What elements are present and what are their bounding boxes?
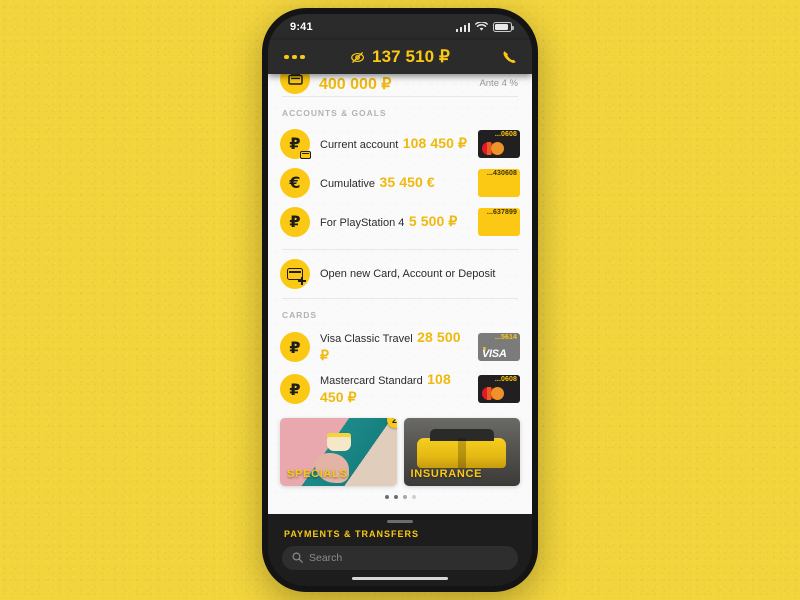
promo-label: SPECIALS <box>287 468 348 480</box>
card-number-last4: ...0608 <box>494 130 517 138</box>
phone-icon[interactable] <box>501 49 518 66</box>
open-new-product-button[interactable]: Open new Card, Account or Deposit <box>268 250 532 298</box>
row-texts: Mastercard Standard 108 450 ₽ <box>320 371 470 407</box>
row-texts: Visa Classic Travel 28 500 ₽ <box>320 329 470 365</box>
eye-off-icon[interactable] <box>350 50 365 65</box>
status-bar: 9:41 <box>268 14 532 40</box>
accounts-section-title: ACCOUNTS & GOALS <box>282 108 387 118</box>
visa-logo-icon: VISA <box>482 348 507 360</box>
mini-card-icon <box>300 150 311 159</box>
currency-symbol: ₽ <box>289 212 301 231</box>
card-thumbnail[interactable]: ...0608 <box>478 129 520 158</box>
promo-card-specials[interactable]: 2 SPECIALS <box>280 418 397 486</box>
card-number-last4: ...5614 <box>494 334 517 341</box>
ruble-account-icon: ₽ <box>280 128 311 159</box>
total-balance-group: 137 510 ₽ <box>350 47 450 67</box>
table-row[interactable]: ₽ For PlayStation 4 5 500 ₽ ...637899 <box>268 202 532 241</box>
clipped-amount: 400 000 ₽ <box>319 75 392 93</box>
account-name: Cumulative <box>320 177 376 190</box>
card-name: Visa Classic Travel <box>320 333 413 345</box>
promo-carousel[interactable]: 2 SPECIALS INSURANCE <box>268 410 532 486</box>
card-thumbnail[interactable]: ...637899 <box>478 207 520 236</box>
wifi-icon <box>475 22 488 31</box>
table-row[interactable]: ₽ Mastercard Standard 108 450 ₽ ...0608 <box>268 368 532 410</box>
table-row[interactable]: € Cumulative 35 450 € ...430608 <box>268 163 532 202</box>
add-card-icon <box>280 259 310 289</box>
currency-symbol: ₽ <box>289 337 301 357</box>
ruble-account-icon: ₽ <box>280 206 310 237</box>
ruble-card-icon: ₽ <box>280 374 310 404</box>
app-header: 137 510 ₽ <box>268 40 532 74</box>
row-texts: Cumulative 35 450 € <box>320 174 470 192</box>
promo-label: INSURANCE <box>410 468 483 480</box>
search-placeholder: Search <box>309 551 343 564</box>
ruble-card-icon: ₽ <box>280 332 310 362</box>
status-bar-indicators <box>455 22 514 32</box>
scroll-content[interactable]: 400 000 ₽ Ante 4 % ACCOUNTS & GOALS ₽ Cu… <box>268 74 532 514</box>
clipped-deposit-row[interactable]: 400 000 ₽ Ante 4 % <box>268 74 532 96</box>
search-input[interactable]: Search <box>282 545 518 570</box>
card-name: Mastercard Standard <box>320 375 423 387</box>
open-new-product-label: Open new Card, Account or Deposit <box>320 268 496 280</box>
row-texts: For PlayStation 4 5 500 ₽ <box>320 213 470 231</box>
account-amount: 5 500 ₽ <box>408 212 458 229</box>
mastercard-logo-icon <box>482 387 504 400</box>
mastercard-logo-icon <box>482 141 504 155</box>
status-bar-time: 9:41 <box>290 21 313 33</box>
carousel-page-dots[interactable] <box>268 486 532 507</box>
page-dot[interactable] <box>384 495 389 499</box>
card-number-last4: ...0608 <box>494 376 517 383</box>
row-texts: Current account 108 450 ₽ <box>320 135 470 153</box>
page-dot[interactable] <box>402 495 407 499</box>
account-amount: 108 450 ₽ <box>402 134 468 151</box>
deposit-icon <box>280 74 310 94</box>
currency-symbol: ₽ <box>289 379 301 399</box>
card-thumbnail[interactable]: ...0608 <box>478 375 520 403</box>
payments-section-title: PAYMENTS & TRANSFERS <box>284 528 420 539</box>
promo-card-insurance[interactable]: INSURANCE <box>403 418 520 486</box>
card-thumbnail[interactable]: ...5614 VISA <box>478 333 520 361</box>
currency-symbol: € <box>289 173 301 192</box>
card-thumbnail[interactable]: ...430608 <box>478 168 520 197</box>
table-row[interactable]: ₽ Visa Classic Travel 28 500 ₽ ...5614 V… <box>268 326 532 368</box>
cards-section-title: CARDS <box>282 310 317 320</box>
account-name: Current account <box>320 138 399 151</box>
signal-bars-icon <box>455 22 470 32</box>
account-amount: 35 450 € <box>379 173 435 190</box>
search-icon <box>292 552 303 563</box>
page-dot[interactable] <box>411 495 416 499</box>
clipped-rate: Ante 4 % <box>479 78 518 89</box>
phone-frame: 9:41 137 510 ₽ 400 000 ₽ Ante 4 % ACCOUN… <box>262 8 538 592</box>
phone-screen: 9:41 137 510 ₽ 400 000 ₽ Ante 4 % ACCOUN… <box>268 14 532 586</box>
total-balance-amount: 137 510 ₽ <box>372 47 450 66</box>
page-dot[interactable] <box>393 495 398 499</box>
euro-account-icon: € <box>280 167 310 198</box>
table-row[interactable]: ₽ Current account 108 450 ₽ ...0608 <box>268 124 532 163</box>
battery-icon <box>493 22 514 32</box>
payments-bottom-sheet[interactable]: PAYMENTS & TRANSFERS Search <box>268 514 532 586</box>
card-number-last4: ...637899 <box>486 208 517 216</box>
more-dots-icon[interactable] <box>284 54 305 60</box>
home-indicator <box>352 576 448 580</box>
account-name: For PlayStation 4 <box>320 216 405 229</box>
card-number-last4: ...430608 <box>486 169 517 177</box>
currency-symbol: ₽ <box>289 134 301 153</box>
